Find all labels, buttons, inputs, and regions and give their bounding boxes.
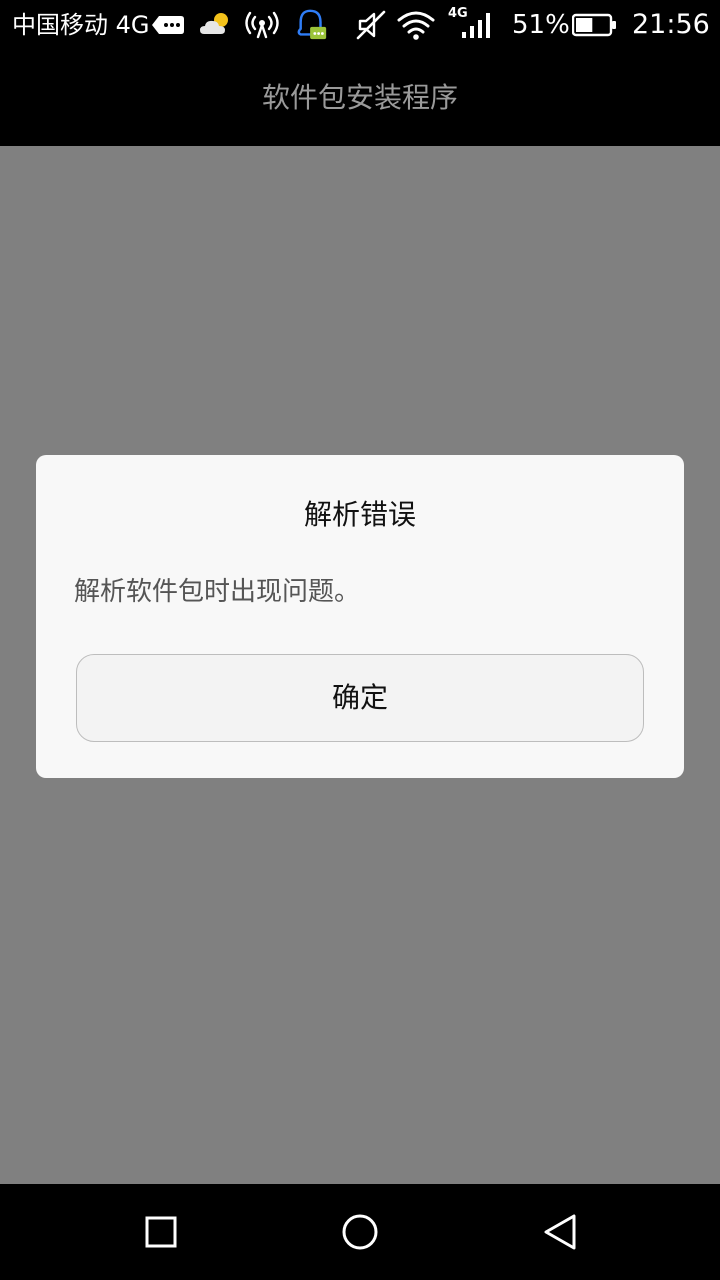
weather-icon [200, 13, 228, 34]
qq-icon [297, 9, 327, 40]
dialog-title: 解析错误 [303, 498, 416, 531]
hotspot-icon [245, 11, 279, 39]
message-icon [152, 16, 184, 34]
error-dialog: 解析错误 解析软件包时出现问题。 确定 [36, 455, 684, 778]
ok-button[interactable]: 确定 [76, 654, 644, 742]
signal-icon [462, 13, 490, 38]
battery-percent: 51% [512, 10, 570, 40]
carrier-label: 中国移动 4G [12, 11, 150, 39]
status-bar: 中国移动 4G 4G 51% 21:56 [0, 0, 720, 50]
mute-icon [356, 10, 386, 40]
back-icon[interactable] [536, 1208, 584, 1256]
wifi-icon [397, 11, 435, 40]
battery-icon [572, 13, 616, 37]
clock: 21:56 [632, 9, 710, 40]
page-title: 软件包安装程序 [261, 81, 458, 114]
navigation-bar [0, 1184, 720, 1280]
recent-apps-icon[interactable] [137, 1208, 185, 1256]
home-icon[interactable] [336, 1208, 384, 1256]
dialog-message: 解析软件包时出现问题。 [74, 577, 361, 607]
app-header: 软件包安装程序 [0, 50, 720, 146]
